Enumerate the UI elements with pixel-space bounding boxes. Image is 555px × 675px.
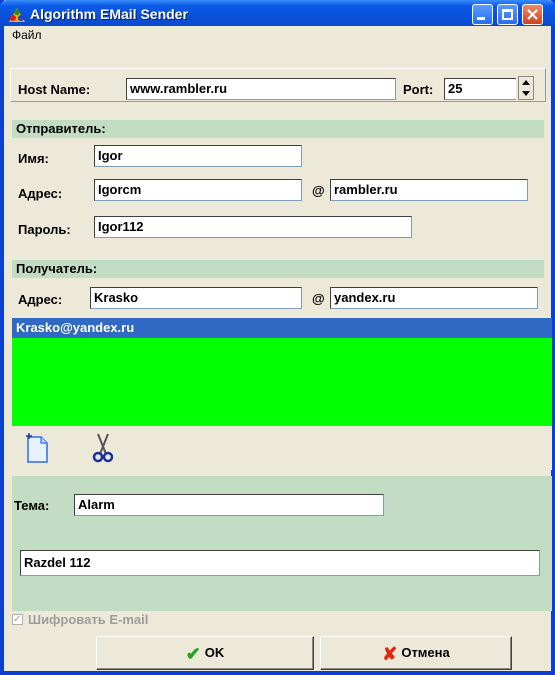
sender-header: Отправитель: bbox=[12, 120, 544, 138]
ok-label: OK bbox=[204, 645, 225, 660]
encrypt-checkbox[interactable]: ✓ bbox=[12, 614, 23, 625]
minimize-button[interactable] bbox=[472, 4, 493, 25]
sender-name-input[interactable]: Igor bbox=[94, 145, 302, 167]
sender-user-input[interactable]: Igorcm bbox=[94, 179, 302, 201]
cancel-label: Отмена bbox=[401, 645, 450, 660]
port-label: Port: bbox=[403, 82, 434, 97]
recipient-header: Получатель: bbox=[12, 260, 544, 278]
ok-button[interactable]: ✔ OK bbox=[96, 636, 314, 670]
recipient-at-label: @ bbox=[312, 291, 325, 306]
port-input[interactable]: 25 bbox=[444, 78, 516, 100]
toolbar bbox=[12, 426, 552, 470]
sender-address-label: Адрес: bbox=[18, 186, 63, 201]
message-panel: Тема: Alarm Razdel 112 bbox=[12, 476, 552, 611]
menu-bar: Файл bbox=[4, 26, 551, 44]
close-button[interactable] bbox=[522, 4, 543, 25]
new-document-icon[interactable] bbox=[24, 432, 50, 464]
window-title: Algorithm EMail Sender bbox=[30, 6, 188, 22]
sender-domain-input[interactable]: rambler.ru bbox=[330, 179, 528, 201]
host-name-input[interactable]: www.rambler.ru bbox=[126, 78, 396, 100]
recipient-address-label: Адрес: bbox=[18, 292, 63, 307]
recipient-user-input[interactable]: Krasko bbox=[90, 287, 302, 309]
encrypt-label: Шифровать E-mail bbox=[28, 612, 149, 627]
app-icon bbox=[9, 8, 25, 22]
host-name-label: Host Name: bbox=[18, 82, 91, 97]
maximize-button[interactable] bbox=[497, 4, 518, 25]
cancel-button[interactable]: ✘ Отмена bbox=[320, 636, 512, 670]
sender-password-input[interactable]: Igor112 bbox=[94, 216, 412, 238]
checkmark-icon: ✔ bbox=[185, 643, 201, 664]
port-spinner[interactable] bbox=[518, 76, 534, 100]
list-item[interactable]: Krasko@yandex.ru bbox=[12, 318, 552, 338]
recipient-domain-input[interactable]: yandex.ru bbox=[330, 287, 538, 309]
recipients-list[interactable]: Krasko@yandex.ru bbox=[12, 318, 552, 426]
app-window: Algorithm EMail Sender Файл Host Name: w… bbox=[0, 0, 555, 675]
cross-icon: ✘ bbox=[382, 643, 398, 664]
sender-name-label: Имя: bbox=[18, 151, 49, 166]
menu-file[interactable]: Файл bbox=[12, 28, 42, 42]
scissors-icon[interactable] bbox=[90, 432, 116, 464]
message-body-input[interactable]: Razdel 112 bbox=[20, 550, 540, 576]
subject-label: Тема: bbox=[14, 498, 50, 513]
close-icon bbox=[527, 9, 538, 20]
subject-input[interactable]: Alarm bbox=[74, 494, 384, 516]
sender-at-label: @ bbox=[312, 183, 325, 198]
sender-password-label: Пароль: bbox=[18, 222, 71, 237]
